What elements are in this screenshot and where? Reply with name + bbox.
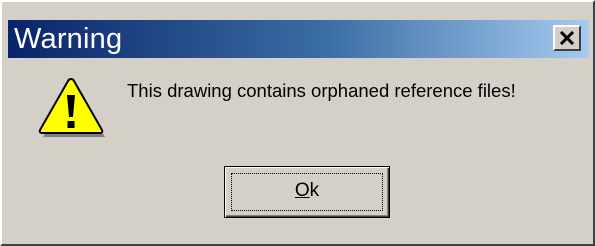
warning-message: This drawing contains orphaned reference… [127, 80, 516, 101]
ok-label-rest: k [309, 180, 320, 201]
ok-button-label: Ok [225, 180, 389, 202]
ok-mnemonic: O [294, 180, 310, 201]
warning-icon [38, 77, 105, 137]
dialog-title: Warning [14, 23, 123, 55]
warning-dialog: Warning This drawing contains orphaned r… [0, 0, 595, 246]
close-icon [559, 31, 575, 45]
close-button[interactable] [553, 25, 581, 51]
ok-button[interactable]: Ok [224, 166, 390, 218]
title-bar[interactable]: Warning [8, 20, 589, 58]
